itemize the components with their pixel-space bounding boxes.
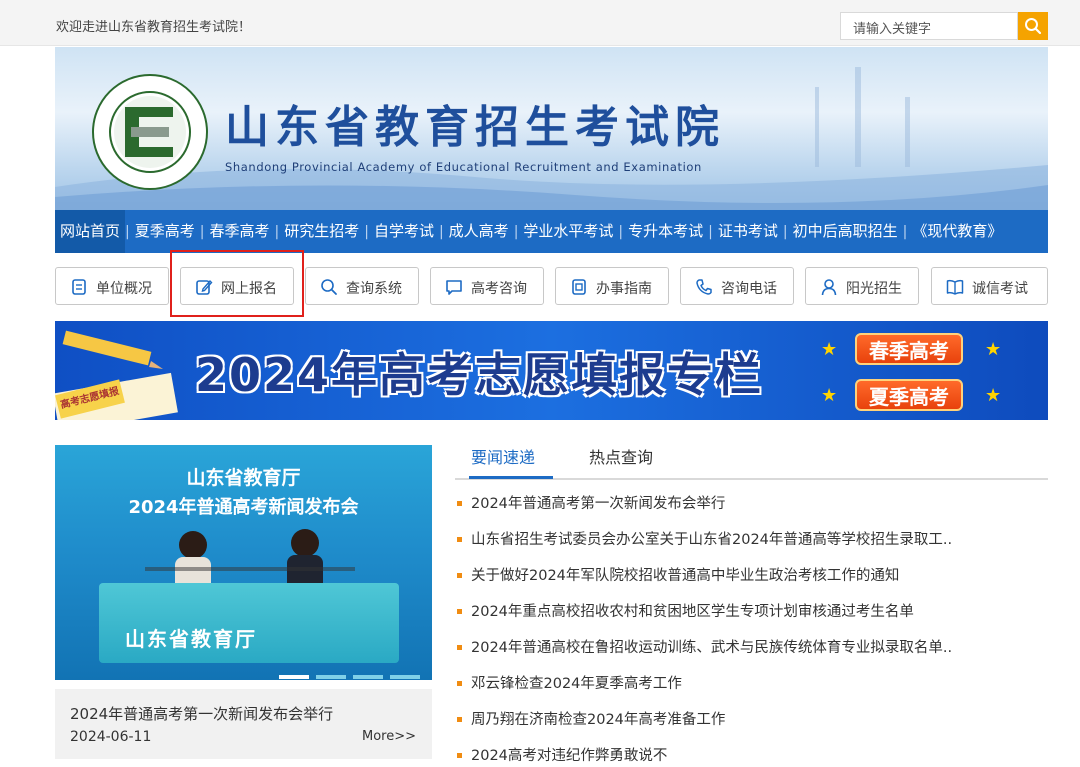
quick-link-label: 办事指南 <box>596 281 652 297</box>
photo-department: 山东省教育厅 <box>125 627 257 651</box>
search-button[interactable] <box>1018 12 1048 40</box>
carousel-dot[interactable] <box>279 675 309 679</box>
nav-item-vocational[interactable]: 初中后高职招生 <box>788 210 903 253</box>
book-icon <box>946 279 964 295</box>
tab-news-express[interactable]: 要闻速递 <box>471 444 535 468</box>
quick-link-label: 高考咨询 <box>471 281 527 297</box>
academy-logo <box>91 73 209 195</box>
quick-link-integrity-exam[interactable]: 诚信考试 <box>931 267 1048 305</box>
site-title: 山东省教育招生考试院 <box>225 102 725 153</box>
list-item[interactable]: 关于做好2024年军队院校招收普通高中毕业生政治考核工作的通知 <box>455 562 1048 598</box>
top-bar: 欢迎走进山东省教育招生考试院！ 请输入关键字 <box>0 0 1080 46</box>
user-icon <box>821 279 837 296</box>
quick-link-label: 诚信考试 <box>972 281 1028 297</box>
nav-item-self-study[interactable]: 自学考试 <box>369 210 439 253</box>
star-icon: ★ <box>985 339 1002 360</box>
nav-item-spring-exam[interactable]: 春季高考 <box>204 210 274 253</box>
quick-link-hotline[interactable]: 咨询电话 <box>680 267 794 305</box>
nav-item-certificate[interactable]: 证书考试 <box>713 210 783 253</box>
news-list: 2024年普通高考第一次新闻发布会举行 山东省招生考试委员会办公室关于山东省20… <box>455 490 1048 767</box>
phone-icon <box>696 279 712 295</box>
quick-link-guide[interactable]: 办事指南 <box>555 267 669 305</box>
caption-date: 2024-06-11 <box>70 729 152 745</box>
nav-item-proficiency[interactable]: 学业水平考试 <box>518 210 618 253</box>
document-icon <box>72 279 86 295</box>
spring-exam-link[interactable]: 春季高考 <box>855 333 963 365</box>
tab-active-indicator <box>469 476 553 479</box>
search-icon <box>1025 18 1042 35</box>
carousel-dot[interactable] <box>390 675 420 679</box>
main-nav: 网站首页 | 夏季高考 | 春季高考 | 研究生招考 | 自学考试 | 成人高考… <box>55 210 1048 253</box>
nav-item-summer-exam[interactable]: 夏季高考 <box>130 210 200 253</box>
feature-caption: 2024年普通高考第一次新闻发布会举行 2024-06-11 More>> <box>55 689 432 759</box>
nav-item-adult-exam[interactable]: 成人高考 <box>444 210 514 253</box>
star-icon: ★ <box>821 339 838 360</box>
chat-icon <box>446 280 462 295</box>
quick-link-label: 单位概况 <box>96 281 152 297</box>
site-banner: 山东省教育招生考试院 Shandong Provincial Academy o… <box>55 47 1048 210</box>
star-icon: ★ <box>985 385 1002 406</box>
summer-exam-link[interactable]: 夏季高考 <box>855 379 963 411</box>
list-item[interactable]: 2024年普通高校在鲁招收运动训练、武术与民族传统体育专业拟录取名单.. <box>455 634 1048 670</box>
carousel-dots <box>279 664 427 680</box>
quick-link-consultation[interactable]: 高考咨询 <box>430 267 544 305</box>
nav-item-home[interactable]: 网站首页 <box>55 210 126 253</box>
carousel-dot[interactable] <box>316 675 346 679</box>
list-item[interactable]: 邓云锋检查2024年夏季高考工作 <box>455 670 1048 706</box>
nav-item-modern-education[interactable]: 《现代教育》 <box>907 210 1007 253</box>
list-item[interactable]: 山东省招生考试委员会办公室关于山东省2024年普通高等学校招生录取工.. <box>455 526 1048 562</box>
quick-link-query-system[interactable]: 查询系统 <box>305 267 419 305</box>
more-link[interactable]: More>> <box>362 729 416 744</box>
carousel-dot[interactable] <box>353 675 383 679</box>
feature-photo[interactable]: 山东省教育厅 2024年普通高考新闻发布会 山东省教育厅 <box>55 445 432 680</box>
nav-item-upgrade[interactable]: 专升本考试 <box>623 210 708 253</box>
quick-link-label: 阳光招生 <box>846 281 902 297</box>
list-item[interactable]: 周乃翔在济南检查2024年高考准备工作 <box>455 706 1048 742</box>
list-item[interactable]: 2024年重点高校招收农村和贫困地区学生专项计划审核通过考生名单 <box>455 598 1048 634</box>
star-icon: ★ <box>821 385 838 406</box>
guide-icon <box>572 279 586 295</box>
highlight-box <box>170 250 304 317</box>
tab-hot-query[interactable]: 热点查询 <box>589 444 653 468</box>
quick-link-label: 查询系统 <box>346 281 402 297</box>
nav-item-graduate[interactable]: 研究生招考 <box>279 210 364 253</box>
list-item[interactable]: 2024年普通高考第一次新闻发布会举行 <box>455 490 1048 526</box>
promo-title: 2024年高考志愿填报专栏 <box>195 348 764 402</box>
news-tabs: 要闻速递 热点查询 <box>455 440 1048 480</box>
quick-link-label: 咨询电话 <box>721 281 777 297</box>
search-icon <box>321 279 337 295</box>
list-item[interactable]: 2024高考对违纪作弊勇敢说不 <box>455 742 1048 767</box>
search-input[interactable]: 请输入关键字 <box>840 12 1018 40</box>
promo-banner[interactable]: 高考志愿填报 2024年高考志愿填报专栏 ★ 春季高考 ★ ★ 夏季高考 ★ <box>55 321 1048 420</box>
site-subtitle: Shandong Provincial Academy of Education… <box>225 160 702 174</box>
caption-title[interactable]: 2024年普通高考第一次新闻发布会举行 <box>70 703 333 724</box>
quick-link-overview[interactable]: 单位概况 <box>55 267 169 305</box>
quick-link-sunshine-admission[interactable]: 阳光招生 <box>805 267 919 305</box>
welcome-text: 欢迎走进山东省教育招生考试院！ <box>56 20 252 35</box>
